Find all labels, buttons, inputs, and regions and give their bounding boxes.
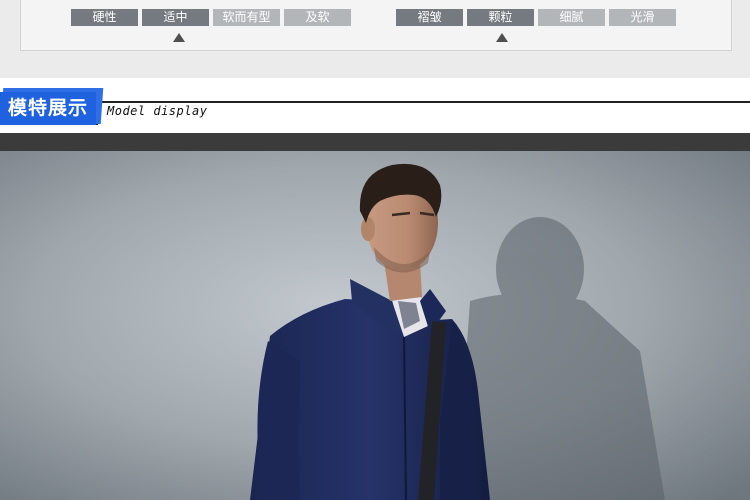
section-header-rule	[96, 101, 750, 103]
attr-right-option-2: 颗粒	[467, 9, 534, 26]
attr-left-option-2: 适中	[142, 9, 209, 26]
attribute-area: 硬性 适中 软而有型 及软 褶皱 颗粒 细腻 光滑	[0, 0, 750, 78]
attr-left-option-1: 硬性	[71, 9, 138, 26]
attr-left-option-4: 及软	[284, 9, 351, 26]
attr-right-option-3: 细腻	[538, 9, 605, 26]
section-title-cn: 模特展示	[0, 92, 96, 125]
attribute-panel: 硬性 适中 软而有型 及软 褶皱 颗粒 细腻 光滑	[20, 0, 732, 51]
attr-left-option-3: 软而有型	[213, 9, 280, 26]
model-photo	[0, 151, 750, 500]
left-group-selection-marker-icon	[173, 33, 185, 42]
section-title-en: Model display	[107, 104, 208, 118]
attr-right-option-1: 褶皱	[396, 9, 463, 26]
right-group-selection-marker-icon	[496, 33, 508, 42]
model-photo-illustration	[0, 151, 750, 500]
attr-right-option-4: 光滑	[609, 9, 676, 26]
